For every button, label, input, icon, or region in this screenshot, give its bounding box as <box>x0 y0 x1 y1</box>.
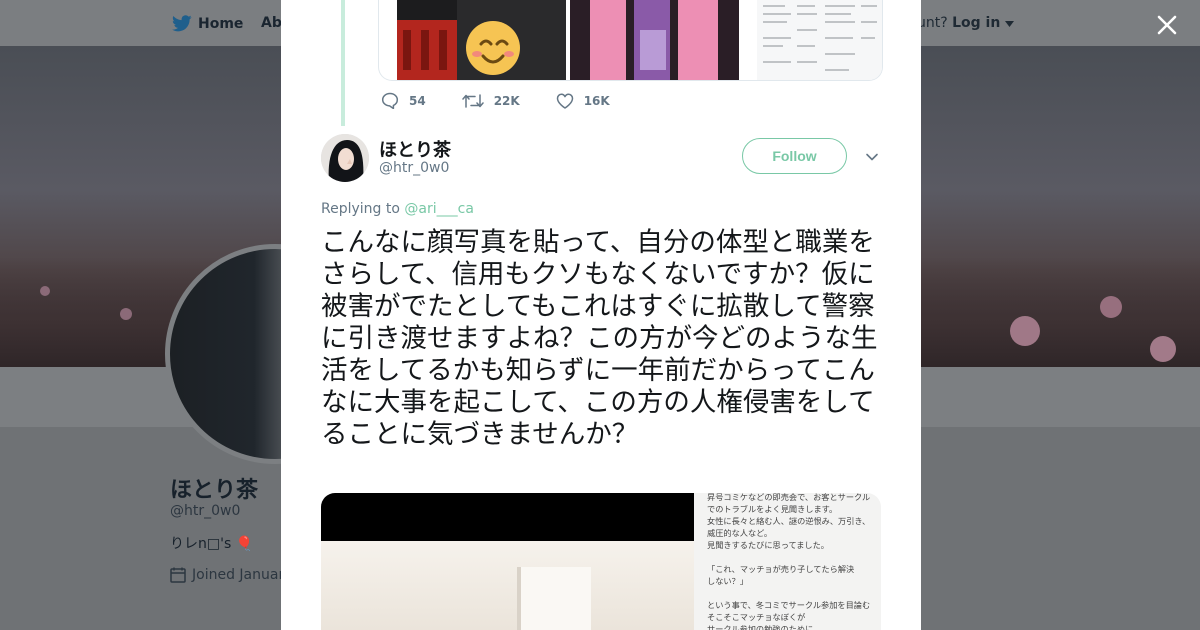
conversation-thread-line <box>341 0 345 126</box>
media-thumbnail-graphic <box>757 0 882 80</box>
media-thumbnail[interactable] <box>570 0 739 80</box>
nav-home[interactable]: Home <box>172 15 243 32</box>
quoted-tweet-media[interactable] <box>378 0 883 81</box>
media-thumbnail-graphic <box>397 0 566 80</box>
flower-decoration <box>120 308 132 320</box>
retweet-action[interactable]: 22K <box>461 93 520 109</box>
flower-decoration <box>1010 316 1040 346</box>
photo-door <box>517 567 591 630</box>
twitter-bird-icon <box>172 15 192 32</box>
tweet-text: こんなに顔写真を貼って、自分の体型と職業をさらして、信用もクソもなくないですか？… <box>321 227 878 450</box>
replying-to-link[interactable]: @ari___ca <box>404 201 474 217</box>
replying-to-prefix: Replying to <box>321 201 400 217</box>
author-handle[interactable]: @htr_0w0 <box>379 160 449 176</box>
media-thumbnail-graphic <box>570 0 739 80</box>
like-icon <box>556 93 573 109</box>
replying-to-context: Replying to @ari___ca <box>321 201 474 217</box>
media-thumbnail[interactable] <box>757 0 882 80</box>
media-thumbnail[interactable] <box>397 0 566 80</box>
tweet-permalink-modal: 54 22K 16K ほとり茶 @htr_0w0 Follow Replying… <box>281 0 921 630</box>
profile-name: ほとり茶 <box>170 478 259 503</box>
photo-room <box>321 541 694 630</box>
close-icon[interactable] <box>1154 12 1180 38</box>
chevron-down-icon[interactable] <box>865 150 879 164</box>
tweet-media[interactable]: 昇号コミケなどの即売会で、お客とサークル でのトラブルをよく見聞きします。 女性… <box>321 493 881 630</box>
tweet-note-image[interactable]: 昇号コミケなどの即売会で、お客とサークル でのトラブルをよく見聞きします。 女性… <box>694 493 881 630</box>
flower-decoration <box>1100 296 1122 318</box>
profile-bio: りレn□'s 🎈 <box>170 536 254 552</box>
reply-icon <box>381 92 399 109</box>
note-image-text: 昇号コミケなどの即売会で、お客とサークル でのトラブルをよく見聞きします。 女性… <box>707 493 871 630</box>
profile-handle: @htr_0w0 <box>170 503 241 519</box>
quoted-tweet-actions: 54 22K 16K <box>381 92 646 109</box>
author-name[interactable]: ほとり茶 <box>379 136 451 162</box>
calendar-icon <box>170 567 186 583</box>
reply-count: 54 <box>409 93 426 108</box>
follow-button[interactable]: Follow <box>742 138 847 174</box>
chevron-down-icon <box>1004 21 1014 27</box>
flower-decoration <box>40 286 50 296</box>
author-avatar[interactable] <box>321 134 369 182</box>
login-link[interactable]: Log in <box>952 15 1000 31</box>
like-action[interactable]: 16K <box>556 93 610 109</box>
flower-decoration <box>1150 336 1176 362</box>
retweet-icon <box>461 93 484 108</box>
profile-joined: Joined Januar <box>170 567 284 583</box>
tweet-photo[interactable] <box>321 493 694 630</box>
author-avatar-image <box>321 134 369 182</box>
like-count: 16K <box>583 93 610 108</box>
reply-action[interactable]: 54 <box>381 92 426 109</box>
profile-joined-text: Joined Januar <box>192 567 285 583</box>
nav-home-label: Home <box>198 15 244 32</box>
retweet-count: 22K <box>493 93 520 108</box>
